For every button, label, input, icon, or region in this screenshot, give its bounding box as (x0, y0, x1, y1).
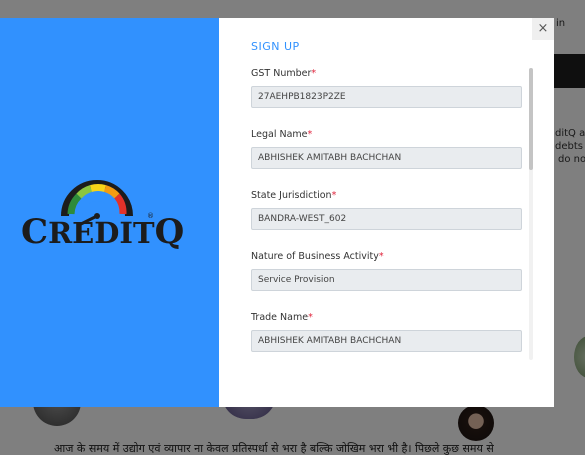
registered-mark: ® (147, 212, 154, 220)
signup-form-panel: × SIGN UP GST Number* Legal Name* State … (219, 18, 554, 407)
page: in ditQ as debts do no आज के समय में उद्… (0, 0, 585, 455)
form-scrollbar[interactable] (529, 68, 533, 360)
required-asterisk: * (378, 251, 384, 262)
field-label-text: Trade Name (251, 312, 309, 323)
field-label-text: Legal Name (251, 129, 308, 140)
field-label: Legal Name* (251, 129, 523, 145)
trade-name-field: Trade Name* (251, 312, 523, 373)
business-activity-field: Nature of Business Activity* (251, 251, 523, 312)
scrollbar-thumb[interactable] (529, 68, 533, 170)
close-button[interactable]: × (532, 18, 554, 40)
signup-fields: GST Number* Legal Name* State Jurisdicti… (251, 68, 523, 373)
field-label-text: Nature of Business Activity (251, 251, 379, 262)
logo-letter-q: Q (154, 212, 185, 252)
logo-wordmark: CREDITQ (21, 212, 184, 252)
required-asterisk: * (307, 129, 313, 140)
field-label: GST Number* (251, 68, 523, 84)
brand-panel: SCORE CREDITQ ® (0, 18, 219, 407)
field-label-text: State Jurisdiction (251, 190, 332, 201)
signup-modal: SCORE CREDITQ ® × SIGN UP GST Number* Le… (0, 18, 554, 407)
legal-name-input[interactable] (251, 147, 522, 169)
required-asterisk: * (308, 312, 313, 323)
field-label: Trade Name* (251, 312, 523, 328)
logo-letters: REDIT (48, 216, 155, 250)
gst-number-field: GST Number* (251, 68, 523, 129)
legal-name-field: Legal Name* (251, 129, 523, 190)
field-label-text: GST Number (251, 68, 312, 79)
field-label: Nature of Business Activity* (251, 251, 523, 267)
business-activity-input[interactable] (251, 269, 522, 291)
trade-name-input[interactable] (251, 330, 522, 352)
state-jurisdiction-input[interactable] (251, 208, 522, 230)
form-title: SIGN UP (251, 40, 300, 53)
creditq-logo: SCORE CREDITQ ® (21, 176, 184, 252)
state-jurisdiction-field: State Jurisdiction* (251, 190, 523, 251)
gst-number-input[interactable] (251, 86, 522, 108)
required-asterisk: * (311, 68, 317, 79)
field-label: State Jurisdiction* (251, 190, 523, 206)
logo-letter-c: C (21, 212, 49, 252)
gauge-label: SCORE (90, 180, 104, 185)
required-asterisk: * (331, 190, 337, 201)
